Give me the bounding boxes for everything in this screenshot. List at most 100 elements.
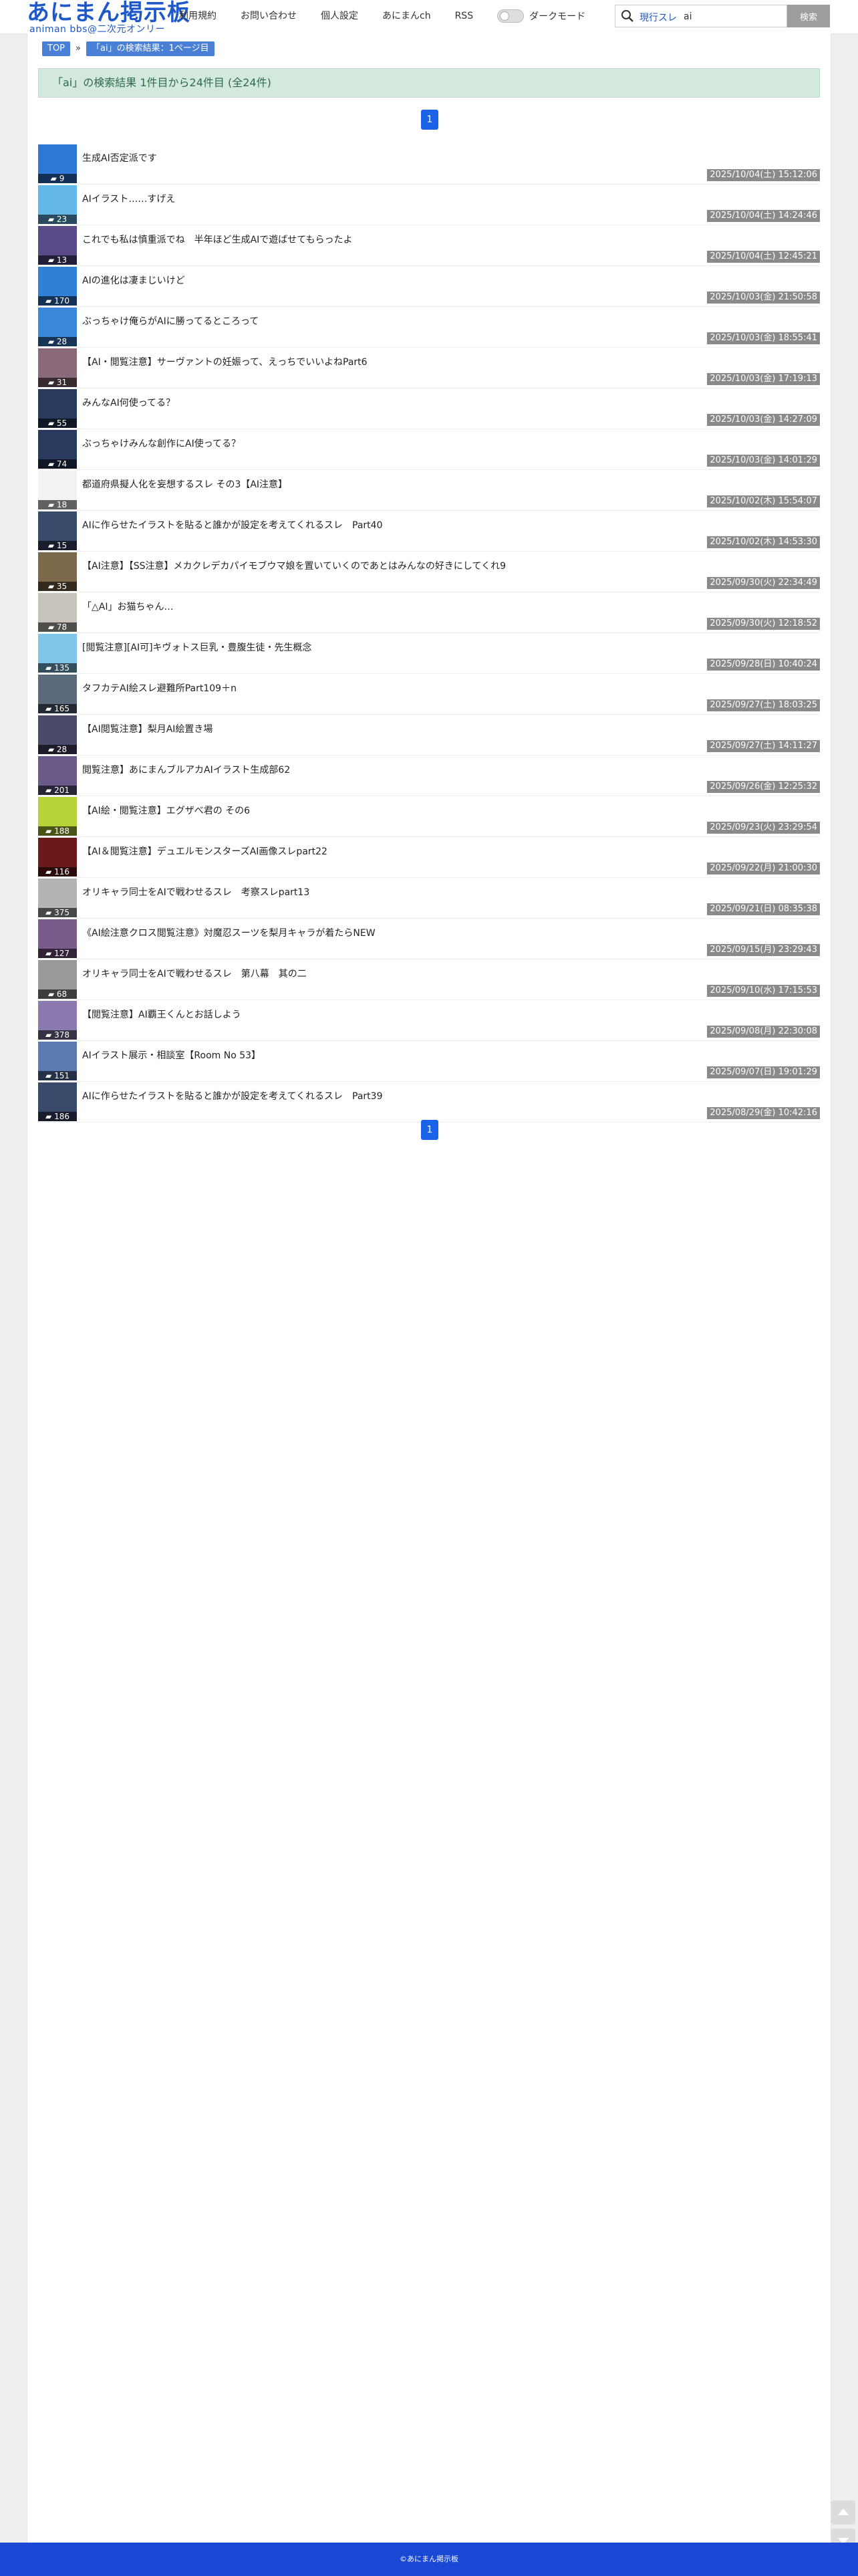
thread-row[interactable]: ▰ 28 ぶっちゃけ俺らがAIに勝ってるところって 2025/10/03(金) 18… <box>38 307 820 348</box>
thread-row[interactable]: ▰ 116 【AI＆閲覧注意】デュエルモンスターズAI画像スレpart22 2025… <box>38 837 820 878</box>
thread-thumbnail[interactable]: ▰ 170 <box>38 267 77 306</box>
page-button[interactable]: 1 <box>421 1120 438 1140</box>
dark-mode-toggle[interactable] <box>497 9 525 23</box>
thread-thumbnail[interactable]: ▰ 18 <box>38 471 77 509</box>
thread-thumbnail[interactable]: ▰ 28 <box>38 308 77 346</box>
reply-count: ▰ 135 <box>38 663 77 673</box>
thread-title[interactable]: AIイラスト……すげえ <box>82 192 175 205</box>
scroll-to-top-button[interactable] <box>831 2500 855 2525</box>
comment-icon: ▰ <box>45 1071 55 1080</box>
thread-title[interactable]: 【AI閲覧注意】梨月AI絵置き場 <box>82 722 212 735</box>
search-input[interactable] <box>682 8 785 25</box>
main-content: TOP » 「ai」の検索結果：1ページ目 「ai」の検索結果 1件目から24件目 … <box>27 33 831 2543</box>
thread-row[interactable]: ▰ 378 【閲覧注意】AI覇王くんとお話しよう 2025/09/08(月) 22:… <box>38 1000 820 1041</box>
thread-thumbnail[interactable]: ▰ 74 <box>38 430 77 469</box>
thread-thumbnail[interactable]: ▰ 78 <box>38 593 77 632</box>
thread-title[interactable]: 閲覧注意】あにまんブルアカAIイラスト生成部62 <box>82 763 290 776</box>
thread-thumbnail[interactable]: ▰ 9 <box>38 144 77 183</box>
thread-thumbnail[interactable]: ▰ 165 <box>38 675 77 713</box>
search-scope-select[interactable]: 現行スレ <box>639 11 677 24</box>
thread-thumbnail[interactable]: ▰ 13 <box>38 226 77 265</box>
thread-date: 2025/09/28(日) 10:40:24 <box>707 659 820 671</box>
thread-thumbnail[interactable]: ▰ 135 <box>38 634 77 673</box>
thread-title[interactable]: 【AI＆閲覧注意】デュエルモンスターズAI画像スレpart22 <box>82 844 327 858</box>
thread-row[interactable]: ▰ 23 AIイラスト……すげえ 2025/10/04(土) 14:24:46 <box>38 185 820 225</box>
thread-title[interactable]: ぶっちゃけ俺らがAIに勝ってるところって <box>82 314 259 328</box>
thread-row[interactable]: ▰ 375 オリキャラ同士をAIで戦わせるスレ 考察スレpart13 2025/09… <box>38 878 820 919</box>
thread-title[interactable]: オリキャラ同士をAIで戦わせるスレ 考察スレpart13 <box>82 885 309 899</box>
thread-title[interactable]: AIに作らせたイラストを貼ると誰かが設定を考えてくれるスレ Part39 <box>82 1089 382 1102</box>
header-nav: 利用規約 お問い合わせ 個人設定 あにまんch RSS ダークモード <box>179 9 585 23</box>
site-logo[interactable]: あにまん掲示板 animan bbs@二次元オンリー <box>27 0 190 34</box>
thread-title[interactable]: タフカテAI絵スレ避難所Part109＋n <box>82 681 237 695</box>
comment-icon: ▰ <box>47 215 57 224</box>
thread-row[interactable]: ▰ 35 【AI注意】【SS注意】メカクレデカパイモブウマ娘を置いていくのであとは… <box>38 552 820 592</box>
reply-count: ▰ 55 <box>38 419 77 428</box>
nav-animanch[interactable]: あにまんch <box>382 9 431 23</box>
thread-thumbnail[interactable]: ▰ 28 <box>38 715 77 754</box>
thread-row[interactable]: ▰ 15 AIに作らせたイラストを貼ると誰かが設定を考えてくれるスレ Part40… <box>38 511 820 552</box>
nav-terms[interactable]: 利用規約 <box>179 9 217 23</box>
reply-count: ▰ 74 <box>38 459 77 469</box>
thread-title[interactable]: みんなAI何使ってる？ <box>82 396 175 409</box>
thread-row[interactable]: ▰ 18 都道府県擬人化を妄想するスレ その3【AI注意】 2025/10/02(木… <box>38 470 820 511</box>
thread-row[interactable]: ▰ 9 生成AI否定派です 2025/10/04(土) 15:12:06 <box>38 144 820 185</box>
thread-title[interactable]: AIイラスト展示・相談室【Room No 53】 <box>82 1048 261 1062</box>
thread-thumbnail[interactable]: ▰ 188 <box>38 797 77 836</box>
arrow-up-icon <box>838 2508 849 2515</box>
thread-thumbnail[interactable]: ▰ 151 <box>38 1042 77 1080</box>
thread-title[interactable]: AIに作らせたイラストを貼ると誰かが設定を考えてくれるスレ Part40 <box>82 518 382 532</box>
thread-thumbnail[interactable]: ▰ 15 <box>38 511 77 550</box>
page-button[interactable]: 1 <box>421 110 438 130</box>
thread-thumbnail[interactable]: ▰ 378 <box>38 1001 77 1040</box>
thread-title[interactable]: 【AI絵・閲覧注意】エグザべ君の その6 <box>82 804 250 817</box>
thread-title[interactable]: 【AI注意】【SS注意】メカクレデカパイモブウマ娘を置いていくのであとはみんなの… <box>82 559 506 572</box>
thread-thumbnail[interactable]: ▰ 55 <box>38 389 77 428</box>
thread-thumbnail[interactable]: ▰ 201 <box>38 756 77 795</box>
thread-row[interactable]: ▰ 31 【AI・閲覧注意】サーヴァントの妊娠って、えっちでいいよねPart6 20… <box>38 348 820 388</box>
thread-row[interactable]: ▰ 78 「△AI」お猫ちゃん… 2025/09/30(火) 12:18:52 <box>38 592 820 633</box>
thread-row[interactable]: ▰ 135 [閲覧注意][AI可]キヴォトス巨乳・豊腹生徒・先生概念 2025/09… <box>38 633 820 674</box>
thread-row[interactable]: ▰ 188 【AI絵・閲覧注意】エグザべ君の その6 2025/09/23(火) 2… <box>38 796 820 837</box>
nav-settings[interactable]: 個人設定 <box>321 9 358 23</box>
search-button[interactable]: 検索 <box>787 5 830 27</box>
thread-thumbnail[interactable]: ▰ 116 <box>38 838 77 876</box>
thread-title[interactable]: これでも私は慎重派でね 半年ほど生成AIで遊ばせてもらったよ <box>82 233 353 246</box>
thread-thumbnail[interactable]: ▰ 23 <box>38 185 77 224</box>
thread-row[interactable]: ▰ 13 これでも私は慎重派でね 半年ほど生成AIで遊ばせてもらったよ 2025/1… <box>38 225 820 266</box>
reply-count: ▰ 375 <box>38 908 77 917</box>
thread-title[interactable]: オリキャラ同士をAIで戦わせるスレ 第八幕 其の二 <box>82 967 307 980</box>
thread-date: 2025/10/03(金) 17:19:13 <box>707 373 820 385</box>
thread-row[interactable]: ▰ 201 閲覧注意】あにまんブルアカAIイラスト生成部62 2025/09/26(… <box>38 755 820 796</box>
nav-contact[interactable]: お問い合わせ <box>241 9 297 23</box>
thread-thumbnail[interactable]: ▰ 31 <box>38 348 77 387</box>
thread-row[interactable]: ▰ 55 みんなAI何使ってる？ 2025/10/03(金) 14:27:09 <box>38 388 820 429</box>
thread-title[interactable]: 【AI・閲覧注意】サーヴァントの妊娠って、えっちでいいよねPart6 <box>82 355 368 368</box>
thread-thumbnail[interactable]: ▰ 375 <box>38 879 77 917</box>
thread-row[interactable]: ▰ 186 AIに作らせたイラストを貼ると誰かが設定を考えてくれるスレ Part3… <box>38 1082 820 1123</box>
thread-thumbnail[interactable]: ▰ 35 <box>38 552 77 591</box>
thread-row[interactable]: ▰ 127 《AI絵注意クロス閲覧注意》対魔忍スーツを梨月キャラが着たらNEW 20… <box>38 919 820 959</box>
breadcrumb-current[interactable]: 「ai」の検索結果：1ページ目 <box>86 41 214 56</box>
nav-rss[interactable]: RSS <box>455 9 474 23</box>
thread-title[interactable]: 《AI絵注意クロス閲覧注意》対魔忍スーツを梨月キャラが着たらNEW <box>82 926 376 939</box>
thread-row[interactable]: ▰ 68 オリキャラ同士をAIで戦わせるスレ 第八幕 其の二 2025/09/10(… <box>38 959 820 1000</box>
thread-thumbnail[interactable]: ▰ 127 <box>38 919 77 958</box>
thread-row[interactable]: ▰ 74 ぶっちゃけみんな創作にAI使ってる？ 2025/10/03(金) 14:0… <box>38 429 820 470</box>
thread-row[interactable]: ▰ 170 AIの進化は凄まじいけど 2025/10/03(金) 21:50:58 <box>38 266 820 307</box>
thread-title[interactable]: 生成AI否定派です <box>82 151 157 164</box>
breadcrumb-top[interactable]: TOP <box>42 41 71 56</box>
thread-title[interactable]: AIの進化は凄まじいけど <box>82 273 185 287</box>
comment-icon: ▰ <box>47 337 57 346</box>
thread-row[interactable]: ▰ 28 【AI閲覧注意】梨月AI絵置き場 2025/09/27(土) 14:11:… <box>38 715 820 755</box>
thread-title[interactable]: ぶっちゃけみんな創作にAI使ってる？ <box>82 437 241 450</box>
thread-row[interactable]: ▰ 165 タフカテAI絵スレ避難所Part109＋n 2025/09/27(土) … <box>38 674 820 715</box>
thread-title[interactable]: 都道府県擬人化を妄想するスレ その3【AI注意】 <box>82 477 287 491</box>
thread-title[interactable]: [閲覧注意][AI可]キヴォトス巨乳・豊腹生徒・先生概念 <box>82 640 312 654</box>
thread-title[interactable]: 【閲覧注意】AI覇王くんとお話しよう <box>82 1008 241 1021</box>
thread-date: 2025/09/30(火) 22:34:49 <box>707 577 820 589</box>
thread-row[interactable]: ▰ 151 AIイラスト展示・相談室【Room No 53】 2025/09/07(… <box>38 1041 820 1082</box>
thread-thumbnail[interactable]: ▰ 186 <box>38 1082 77 1121</box>
thread-thumbnail[interactable]: ▰ 68 <box>38 960 77 999</box>
thread-title[interactable]: 「△AI」お猫ちゃん… <box>82 600 173 613</box>
